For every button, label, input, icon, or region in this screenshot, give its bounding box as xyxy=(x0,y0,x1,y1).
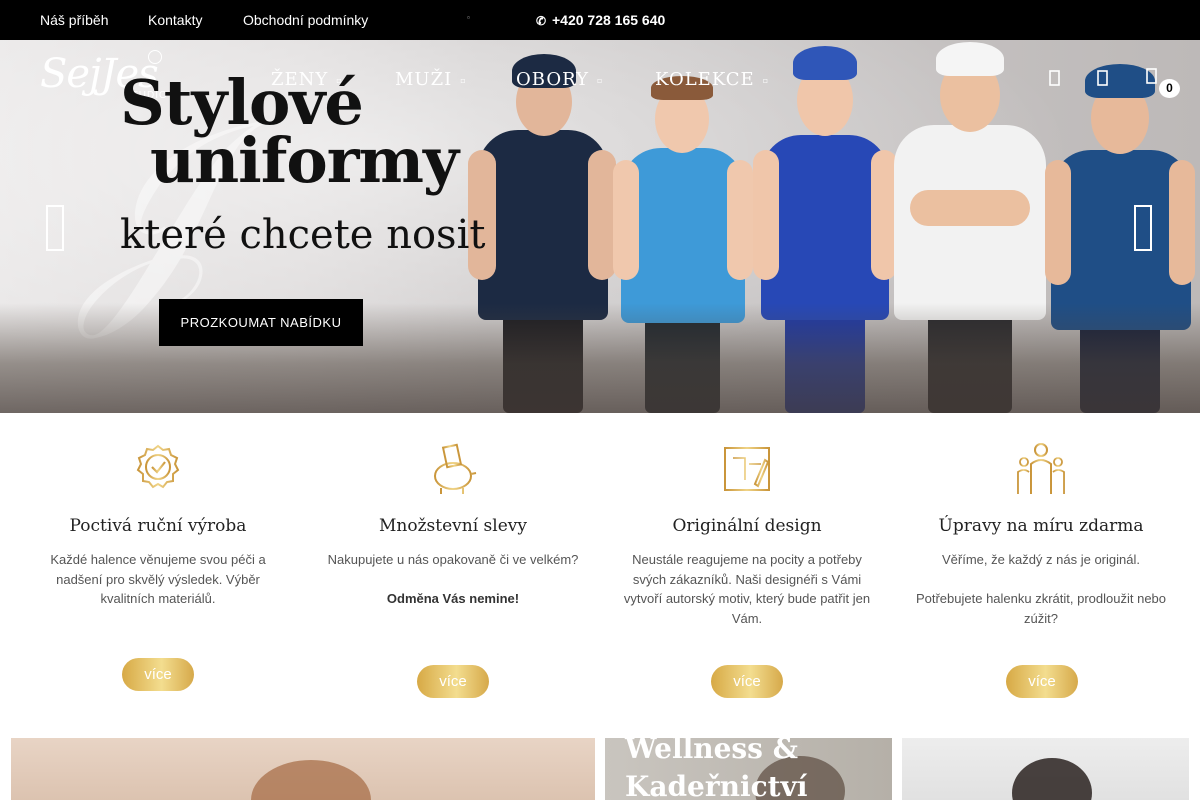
phone-number: +420 728 165 640 xyxy=(552,12,666,28)
feature-text: Každé halence věnujeme svou péči a nadše… xyxy=(50,552,266,606)
chevron-down-icon: ▫ xyxy=(762,75,770,85)
logo-mark-icon xyxy=(148,50,162,64)
feature-text: Věříme, že každý z nás je originál. xyxy=(942,552,1140,567)
hero-subtitle: které chcete nosit xyxy=(120,212,486,258)
cart-count-badge: 0 xyxy=(1159,79,1180,98)
feature-text: Neustále reagujeme na pocity a potřeby s… xyxy=(623,552,871,626)
chevron-down-icon: ▫ xyxy=(596,75,604,85)
chevron-left-icon[interactable] xyxy=(42,200,70,256)
people-icon xyxy=(1017,443,1065,494)
more-button-design[interactable]: více xyxy=(711,665,783,698)
tile-title: Wellness & Kadeřnictví xyxy=(625,738,808,800)
feature-title: Množstevní slevy xyxy=(379,516,527,536)
feature-title: Originální design xyxy=(672,516,822,536)
design-pencil-icon xyxy=(724,447,770,491)
topbar-link-contacts[interactable]: Kontakty xyxy=(148,12,202,28)
feature-highlight: Odměna Vás nemine! xyxy=(386,591,520,606)
category-tile-3[interactable] xyxy=(902,738,1189,800)
piggy-bank-icon xyxy=(434,443,477,494)
more-button-alterations[interactable]: více xyxy=(1006,665,1078,698)
phone-link[interactable]: ✆ +420 728 165 640 xyxy=(536,12,665,28)
feature-text: Nakupujete u nás opakovaně či ve velkém? xyxy=(327,552,579,567)
chevron-right-icon[interactable] xyxy=(1130,200,1158,256)
top-bar: Náš příběh Kontakty Obchodní podmínky ▫ … xyxy=(0,0,1200,40)
user-icon[interactable] xyxy=(1096,68,1110,88)
hero-title-line2: uniformy xyxy=(150,124,459,197)
feature-discounts: Množstevní slevy Nakupujete u nás opakov… xyxy=(323,440,583,609)
category-tile-1[interactable] xyxy=(11,738,595,800)
feature-alterations: Úpravy na míru zdarma Věříme, že každý z… xyxy=(911,440,1171,628)
feature-title: Poctivá ruční výroba xyxy=(69,516,247,536)
badge-check-icon xyxy=(136,444,180,489)
topbar-link-story[interactable]: Náš příběh xyxy=(40,12,108,28)
category-tile-wellness[interactable]: Wellness & Kadeřnictví xyxy=(605,738,892,800)
explore-offer-button[interactable]: PROZKOUMAT NABÍDKU xyxy=(159,299,363,346)
more-button-handmade[interactable]: více xyxy=(122,658,194,691)
feature-text-secondary: Potřebujete halenku zkrátit, prodloužit … xyxy=(915,591,1167,626)
phone-icon: ✆ xyxy=(536,14,547,28)
more-button-discounts[interactable]: více xyxy=(417,665,489,698)
chevron-down-icon: ▫ xyxy=(460,75,467,85)
topbar-link-terms[interactable]: Obchodní podmínky xyxy=(243,12,368,28)
cart-icon[interactable] xyxy=(1145,66,1159,86)
nav-item-obory[interactable]: OBORY ▫ xyxy=(516,69,603,90)
search-icon[interactable] xyxy=(1048,68,1062,88)
nav-item-kolekce[interactable]: KOLEKCE ▫ xyxy=(655,69,769,90)
feature-design: Originální design Neustále reagujeme na … xyxy=(617,440,877,628)
topbar-separator: ▫ xyxy=(467,13,470,22)
feature-handmade: Poctivá ruční výroba Každé halence věnuj… xyxy=(28,440,288,609)
nav-item-muzi[interactable]: MUŽI ▫ xyxy=(395,69,467,90)
feature-title: Úpravy na míru zdarma xyxy=(938,516,1144,536)
